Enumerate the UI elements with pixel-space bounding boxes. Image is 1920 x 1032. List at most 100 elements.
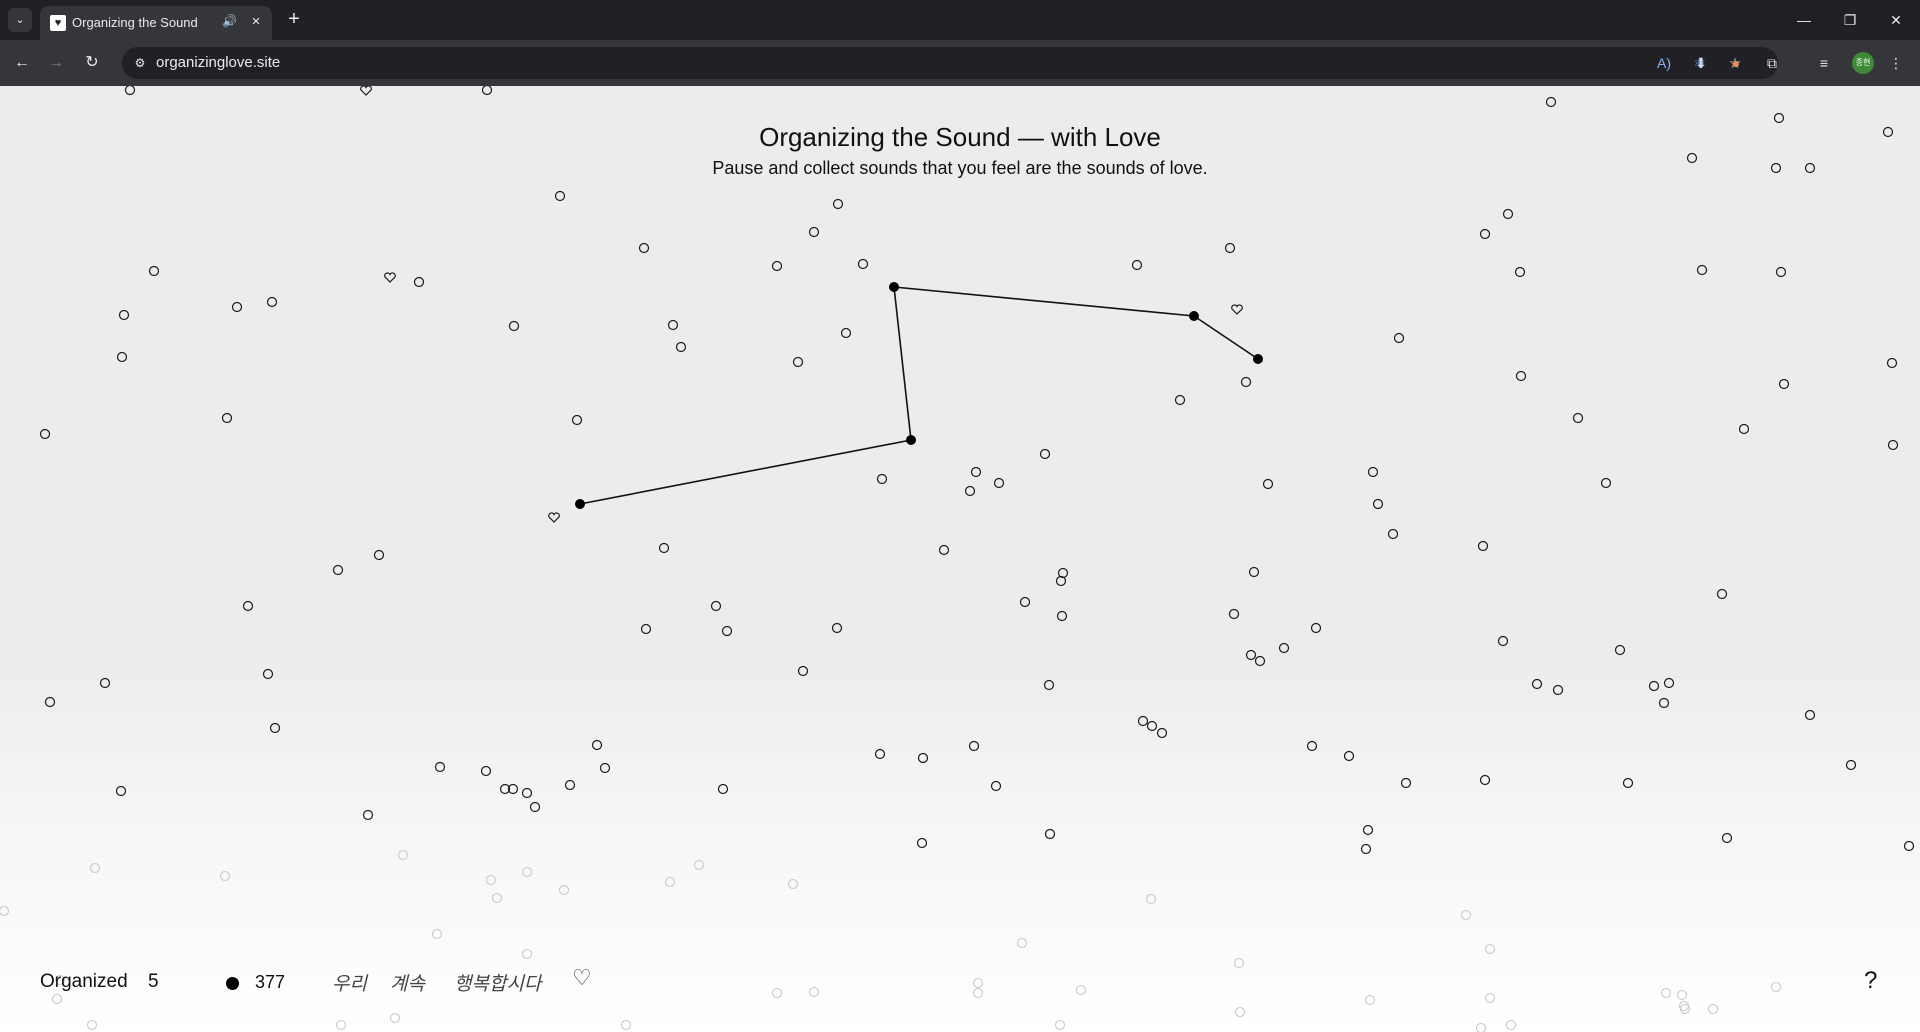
sound-circle[interactable] [1887,439,1899,451]
sound-circle[interactable] [231,301,243,313]
sound-circle[interactable] [1804,709,1816,721]
sound-circle[interactable] [116,351,128,363]
sound-circle[interactable] [591,739,603,751]
sound-circle-faint[interactable] [521,948,533,960]
sound-circle[interactable] [876,473,888,485]
sound-circle-faint[interactable] [521,866,533,878]
sound-circle[interactable] [99,677,111,689]
sound-circle[interactable] [332,564,344,576]
sound-circle[interactable] [1306,740,1318,752]
heart-sound-icon[interactable] [548,512,560,523]
sound-circle[interactable] [1648,680,1660,692]
sound-circle[interactable] [675,341,687,353]
sound-circle[interactable] [1056,610,1068,622]
sound-circle[interactable] [362,809,374,821]
sound-circle[interactable] [373,549,385,561]
sound-circle[interactable] [1600,477,1612,489]
sound-circle-faint[interactable] [491,892,503,904]
sound-circle[interactable] [1174,394,1186,406]
sound-circle[interactable] [39,428,51,440]
sound-circle-faint[interactable] [431,928,443,940]
sound-circle[interactable] [1372,498,1384,510]
sound-circle[interactable] [521,787,533,799]
sound-circle[interactable] [1531,678,1543,690]
new-tab-button[interactable]: + [282,8,306,32]
sound-circle[interactable] [262,668,274,680]
sound-circle[interactable] [1738,423,1750,435]
sound-circle[interactable] [221,412,233,424]
sound-circle[interactable] [1240,376,1252,388]
sound-circle[interactable] [1903,840,1915,852]
close-window-button[interactable]: ✕ [1874,6,1918,34]
sound-circle[interactable] [44,696,56,708]
close-tab-icon[interactable]: × [246,12,266,32]
sound-circle[interactable] [1572,412,1584,424]
sound-circle[interactable] [917,752,929,764]
sound-circle[interactable] [242,600,254,612]
sound-circle[interactable] [638,242,650,254]
organized-sound-dot[interactable] [1189,311,1199,321]
sound-circle-faint[interactable] [1475,1022,1487,1032]
sound-circle-faint[interactable] [1505,1019,1517,1031]
extension-read-aloud-icon[interactable]: A) [1652,51,1676,75]
sound-circle[interactable] [1614,644,1626,656]
url-text[interactable]: organizinglove.site [156,54,280,71]
sound-circle-faint[interactable] [335,1019,347,1031]
minimize-button[interactable]: — [1782,6,1826,34]
sound-circle[interactable] [115,785,127,797]
sound-circle[interactable] [266,296,278,308]
sound-circle[interactable] [1131,259,1143,271]
speaker-icon[interactable]: 🔊 [222,14,237,28]
sound-circle-faint[interactable] [89,862,101,874]
organized-sound-dot[interactable] [906,435,916,445]
sound-circle[interactable] [1310,622,1322,634]
sound-circle[interactable] [1043,679,1055,691]
sound-circle[interactable] [1477,540,1489,552]
sound-circle[interactable] [993,477,1005,489]
sound-circle[interactable] [1778,378,1790,390]
reload-button[interactable]: ↻ [80,51,104,75]
sound-circle-faint[interactable] [1460,909,1472,921]
sound-circle[interactable] [1658,697,1670,709]
sound-circle[interactable] [1387,528,1399,540]
heart-sound-icon[interactable] [360,86,372,96]
sound-circle[interactable] [1224,242,1236,254]
sound-circle[interactable] [938,544,950,556]
sound-circle-faint[interactable] [1484,943,1496,955]
sound-circle[interactable] [1721,832,1733,844]
sound-circle-faint[interactable] [219,870,231,882]
sound-circle[interactable] [413,276,425,288]
sound-circle[interactable] [1278,642,1290,654]
sound-circle[interactable] [118,309,130,321]
sound-circle[interactable] [269,722,281,734]
sound-circle-faint[interactable] [0,905,10,917]
sound-circle[interactable] [1400,777,1412,789]
sound-circle[interactable] [571,414,583,426]
sound-circle[interactable] [554,190,566,202]
sound-circle[interactable] [1393,332,1405,344]
profile-avatar[interactable]: 종현 [1852,52,1874,74]
sound-circle[interactable] [481,86,493,96]
sound-circle[interactable] [1514,266,1526,278]
sound-circle[interactable] [1137,715,1149,727]
sound-circle[interactable] [1248,566,1260,578]
sound-circle[interactable] [1262,478,1274,490]
puzzle-icon[interactable]: ⧉ [1760,51,1784,75]
back-button[interactable]: ← [10,51,34,75]
sound-circle[interactable] [874,748,886,760]
sound-circle-faint[interactable] [1145,893,1157,905]
sound-circle[interactable] [1696,264,1708,276]
sound-circle-faint[interactable] [558,884,570,896]
sound-circle[interactable] [771,260,783,272]
sound-circle-faint[interactable] [1679,1003,1691,1015]
sound-circle[interactable] [1019,596,1031,608]
organized-sound-dot[interactable] [1253,354,1263,364]
sound-circle[interactable] [710,600,722,612]
sound-circle[interactable] [1057,567,1069,579]
sound-circle[interactable] [1343,750,1355,762]
sound-circle[interactable] [1515,370,1527,382]
sound-circle[interactable] [717,783,729,795]
sound-circle[interactable] [1845,759,1857,771]
sound-circle[interactable] [1497,635,1509,647]
sound-circle-faint[interactable] [1016,937,1028,949]
